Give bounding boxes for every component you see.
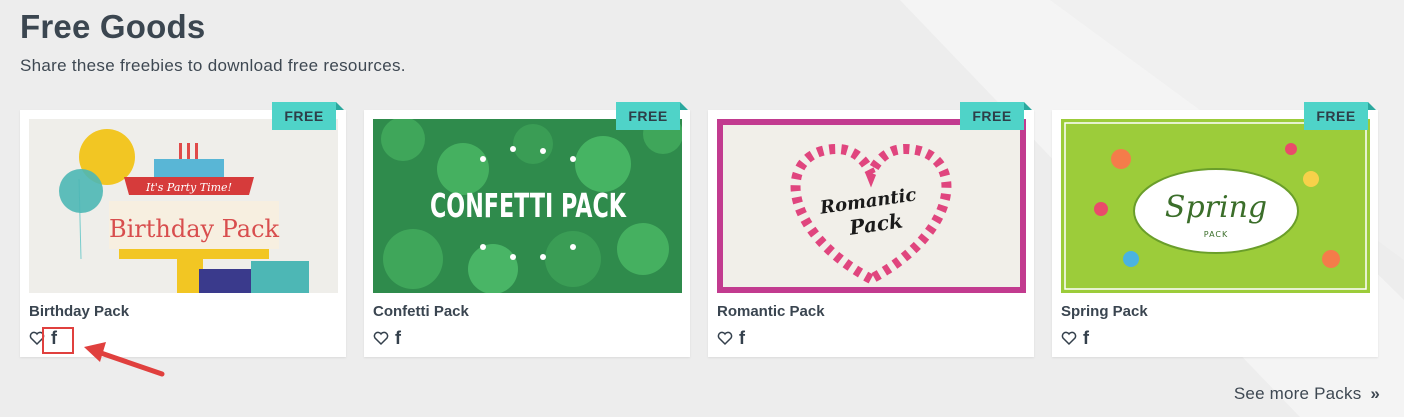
see-more-label[interactable]: See more Packs [1234,384,1362,403]
free-badge: FREE [616,102,680,130]
free-badge: FREE [1304,102,1368,130]
facebook-share-icon[interactable]: f [393,329,403,347]
badge-fold [680,102,688,110]
section-header: Free Goods Share these freebies to downl… [20,8,406,76]
facebook-share-icon[interactable]: f [737,329,747,347]
pack-card-birthday[interactable]: FREE It's Party Time! Birthday Pack Birt… [20,102,346,357]
heart-icon[interactable] [1061,330,1077,346]
pack-thumbnail[interactable]: CONFETTI PACK [373,119,682,293]
pack-thumbnail[interactable]: Romantic Pack [717,119,1026,293]
badge-fold [336,102,344,110]
pack-title[interactable]: Birthday Pack [29,303,129,320]
annotation-arrow-icon [84,342,165,377]
free-badge: FREE [272,102,336,130]
heart-icon[interactable] [373,330,389,346]
see-more-link[interactable]: See more Packs » [1234,384,1380,404]
card-actions: f [717,329,747,347]
heart-icon[interactable] [717,330,733,346]
pack-title[interactable]: Spring Pack [1061,303,1148,320]
card-actions: f [1061,329,1091,347]
thumb-title-text: Birthday Pack [109,215,280,243]
page-subtitle: Share these freebies to download free re… [20,56,406,75]
free-badge: FREE [960,102,1024,130]
pack-card-spring[interactable]: FREE Spring PACK Spring Pack f [1052,102,1378,357]
facebook-share-icon[interactable]: f [1081,329,1091,347]
thumb-title-line2: PACK [1204,230,1228,239]
thumb-title-text: CONFETTI PACK [430,186,627,225]
thumb-title-line1: Spring [1165,190,1267,225]
badge-fold [1368,102,1376,110]
pack-title[interactable]: Confetti Pack [373,303,469,320]
pack-thumbnail[interactable]: It's Party Time! Birthday Pack [29,119,338,293]
pack-thumbnail[interactable]: Spring PACK [1061,119,1370,293]
card-actions: f [373,329,403,347]
page-title: Free Goods [20,8,206,45]
double-chevron-right-icon: » [1370,384,1380,403]
thumb-ribbon-text: It's Party Time! [145,181,232,194]
annotation-highlight-box [42,327,74,354]
pack-card-romantic[interactable]: FREE Romantic Pack Romantic Pack f [708,102,1034,357]
badge-fold [1024,102,1032,110]
pack-title[interactable]: Romantic Pack [717,303,825,320]
pack-card-confetti[interactable]: FREE CONFETTI PACK Confetti Pack f [364,102,690,357]
